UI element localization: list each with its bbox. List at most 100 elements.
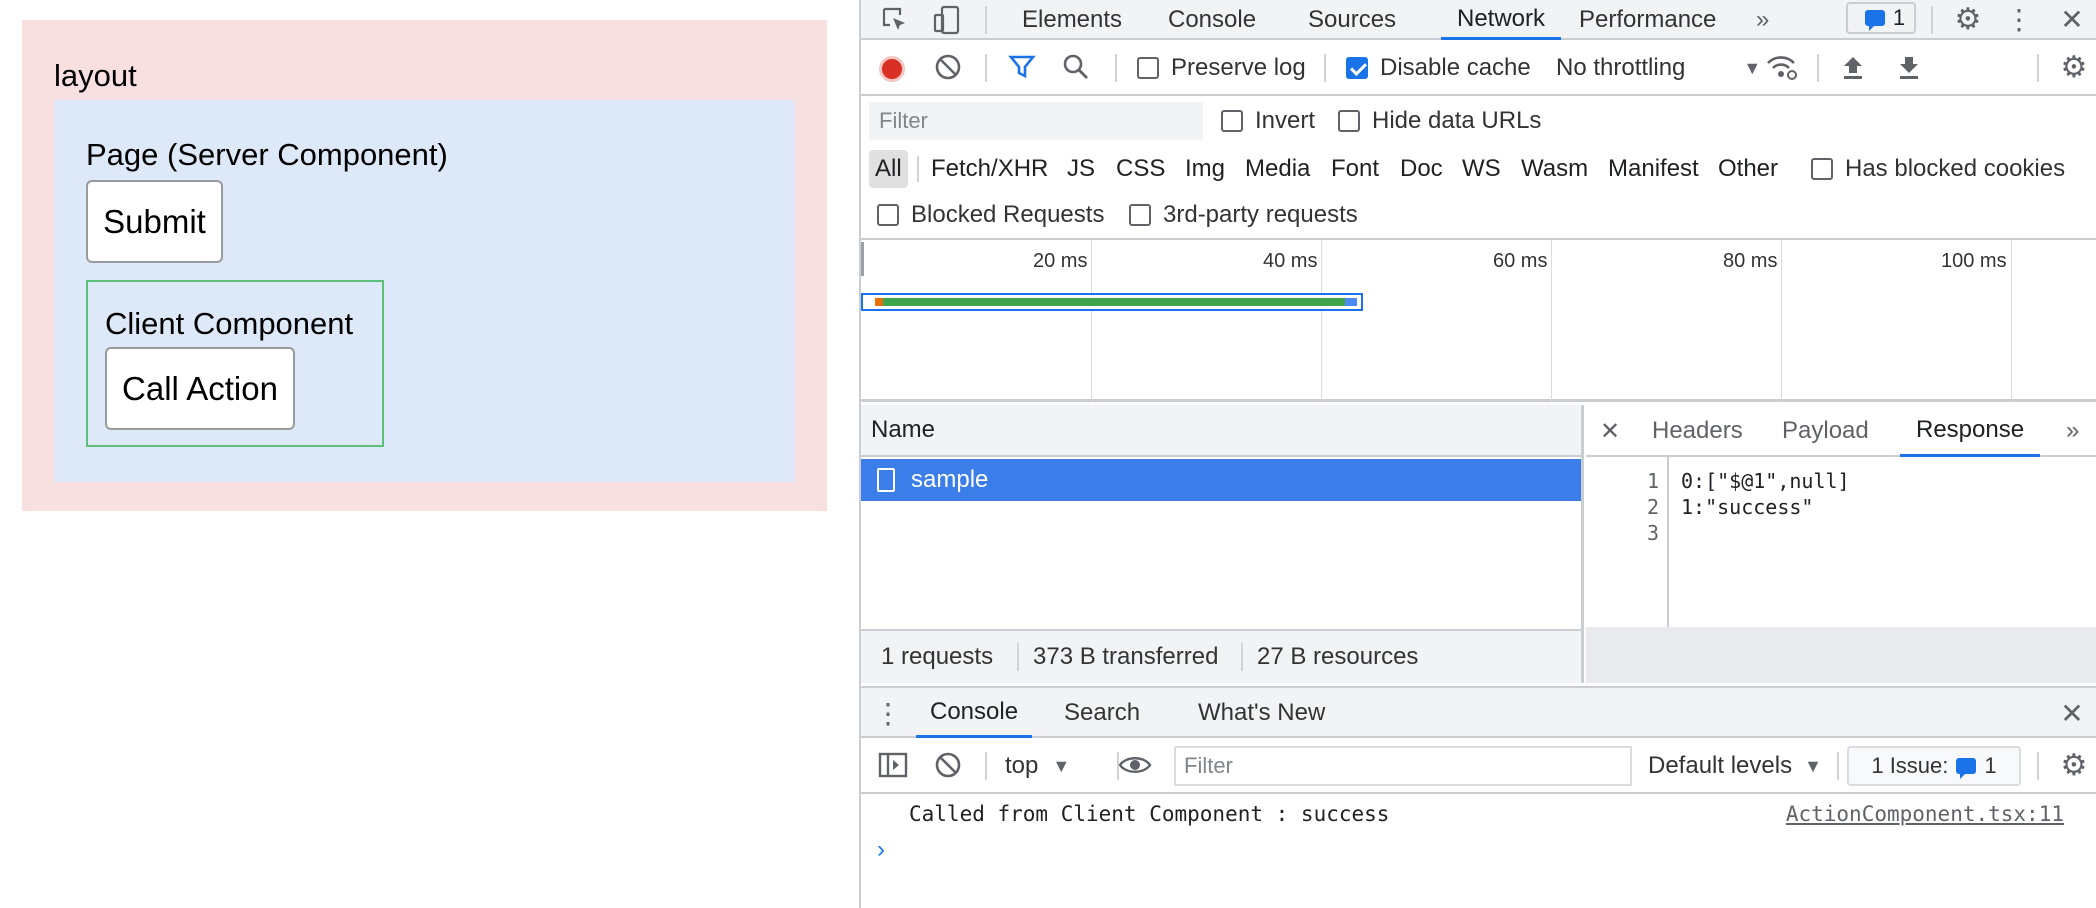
issues-badge[interactable]: 1 [1846,2,1916,34]
has-blocked-cookies-checkbox[interactable]: Has blocked cookies [1811,146,2065,192]
call-action-button[interactable]: Call Action [105,347,295,430]
drawer-tab-console[interactable]: Console [916,688,1033,738]
blocked-requests-checkbox[interactable]: Blocked Requests [877,192,1104,238]
timeline-tick-label: 80 ms [1723,250,1778,272]
more-tabs-icon[interactable]: » [1756,0,1769,40]
filter-funnel-icon[interactable] [1007,52,1037,82]
close-drawer-icon[interactable]: ✕ [2057,696,2087,730]
clear-icon[interactable] [933,52,963,82]
separator [2037,752,2039,780]
timeline-gridline [1551,240,1552,402]
hide-data-urls-box[interactable] [1338,110,1360,132]
type-filter-img[interactable]: Img [1185,150,1225,188]
column-header-name[interactable]: Name [861,405,1581,457]
download-icon[interactable] [1895,52,1923,82]
line-number: 3 [1646,521,1659,545]
tab-response[interactable]: Response [1900,405,2041,457]
status-resources: 27 B resources [1257,643,1419,670]
network-status-bar: 1 requests 373 B transferred 27 B resour… [861,629,1581,683]
page-container: Page (Server Component) Submit Client Co… [54,100,795,482]
context-select[interactable]: top ▼ [1005,738,1070,794]
preserve-log-label: Preserve log [1171,54,1306,81]
separator [1837,752,1839,780]
request-bar-download [1345,298,1357,306]
type-filter-doc[interactable]: Doc [1400,150,1443,188]
third-party-requests-box[interactable] [1129,204,1151,226]
separator [1115,54,1117,82]
preserve-log-box[interactable] [1137,57,1159,79]
type-filter-media[interactable]: Media [1245,150,1310,188]
type-filter-font[interactable]: Font [1331,150,1379,188]
tab-console[interactable]: Console [1168,0,1256,40]
code-line: 1:"success" [1681,495,1814,519]
network-filter-input[interactable]: Filter [869,102,1203,140]
kebab-menu-icon[interactable]: ⋮ [2005,2,2033,36]
has-blocked-cookies-label: Has blocked cookies [1845,155,2066,182]
close-details-icon[interactable]: ✕ [1600,405,1620,457]
dropdown-caret-icon: ▼ [1743,57,1762,78]
settings-gear-icon[interactable]: ⚙ [1951,2,1985,36]
sidebar-toggle-icon[interactable] [877,750,909,780]
console-prompt[interactable]: › [861,836,2096,866]
disable-cache-box[interactable] [1346,57,1368,79]
drawer-menu-icon[interactable]: ⋮ [874,696,902,730]
status-requests: 1 requests [881,643,994,670]
tab-elements[interactable]: Elements [1022,0,1122,40]
console-message-source-link[interactable]: ActionComponent.tsx:11 [1786,802,2064,826]
throttling-select[interactable]: No throttling ▼ [1556,40,1761,96]
issues-message-icon [1864,10,1885,31]
record-icon[interactable] [879,56,905,82]
drawer-tab-search[interactable]: Search [1064,688,1140,738]
type-filter-manifest[interactable]: Manifest [1608,150,1699,188]
network-settings-gear-icon[interactable]: ⚙ [2057,50,2091,84]
search-icon[interactable] [1061,52,1091,82]
tab-network[interactable]: Network [1441,0,1562,40]
inspect-element-icon[interactable] [879,4,911,36]
tab-performance[interactable]: Performance [1579,0,1716,40]
drawer-tab-whats-new[interactable]: What's New [1198,688,1325,738]
console-filter-input[interactable]: Filter [1174,746,1632,786]
third-party-requests-checkbox[interactable]: 3rd-party requests [1129,192,1358,238]
devtools-panel: Elements Console Sources Network Perform… [859,0,2096,908]
more-details-tabs-icon[interactable]: » [2066,405,2079,457]
type-filter-other[interactable]: Other [1718,150,1778,188]
response-body[interactable]: 1 2 3 0:["$@1",null] 1:"success" [1586,457,2096,627]
type-filter-fetch-xhr[interactable]: Fetch/XHR [931,150,1048,188]
network-conditions-icon[interactable] [1766,52,1798,82]
requests-list: Name sample 1 requests 373 B transferred… [861,405,1584,683]
filter-row: Filter Invert Hide data URLs [861,96,2096,146]
upload-icon[interactable] [1839,52,1867,82]
blocked-filters-row: Blocked Requests 3rd-party requests [861,192,2096,240]
disable-cache-checkbox[interactable]: Disable cache [1346,40,1531,96]
tab-sources[interactable]: Sources [1308,0,1396,40]
invert-box[interactable] [1221,110,1243,132]
type-filter-css[interactable]: CSS [1116,150,1165,188]
type-filter-ws[interactable]: WS [1462,150,1501,188]
clear-console-icon[interactable] [933,750,963,780]
live-expression-eye-icon[interactable] [1105,750,1165,780]
hide-data-urls-checkbox[interactable]: Hide data URLs [1338,96,1541,146]
network-timeline-overview[interactable]: 20 ms 40 ms 60 ms 80 ms 100 ms [861,240,2096,402]
console-issues-button[interactable]: 1 Issue: 1 [1847,746,2021,786]
blocked-requests-box[interactable] [877,204,899,226]
console-settings-gear-icon[interactable]: ⚙ [2057,748,2091,782]
request-row[interactable]: sample [861,459,1581,501]
request-details-pane: ✕ Headers Payload Response » 1 2 3 0:["$… [1586,405,2096,683]
dropdown-caret-icon: ▼ [1804,755,1822,776]
type-filter-wasm[interactable]: Wasm [1521,150,1588,188]
invert-checkbox[interactable]: Invert [1221,96,1315,146]
tab-payload[interactable]: Payload [1782,405,1869,457]
submit-button[interactable]: Submit [86,180,223,263]
log-levels-select[interactable]: Default levels ▼ [1648,738,1822,794]
tab-headers[interactable]: Headers [1652,405,1743,457]
type-filter-all[interactable]: All [869,150,908,188]
preserve-log-checkbox[interactable]: Preserve log [1137,40,1306,96]
has-blocked-cookies-box[interactable] [1811,158,1833,180]
line-number: 1 [1646,469,1659,493]
close-devtools-icon[interactable]: ✕ [2057,2,2087,36]
device-toolbar-icon[interactable] [931,4,963,36]
line-number-gutter: 1 2 3 [1586,457,1669,627]
type-filter-js[interactable]: JS [1067,150,1095,188]
separator [2037,54,2039,82]
drawer-tabbar: ⋮ Console Search What's New ✕ [861,686,2096,738]
